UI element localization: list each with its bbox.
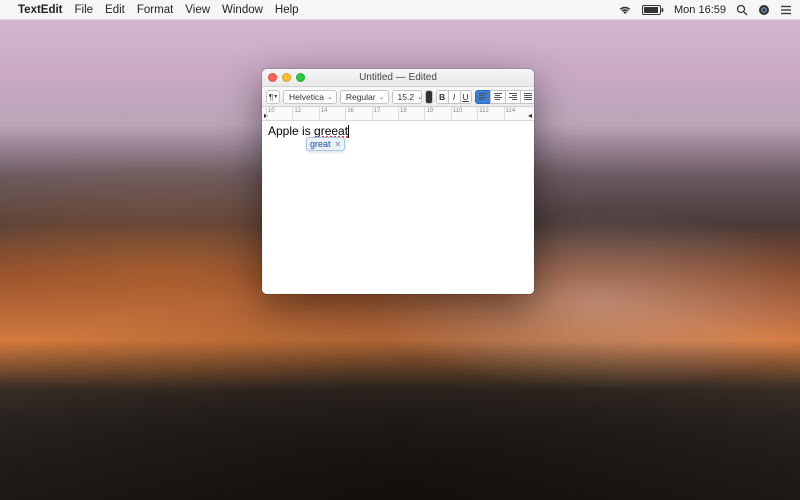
- notification-center-icon[interactable]: [780, 5, 792, 15]
- font-size-select[interactable]: 15.2 ⌄: [392, 90, 422, 104]
- document-area[interactable]: Apple is greeat great ✕: [262, 121, 534, 294]
- font-style-value: Regular: [346, 92, 376, 102]
- wifi-icon[interactable]: [618, 5, 632, 15]
- minimize-button[interactable]: [282, 73, 291, 82]
- text-caret: [348, 125, 349, 138]
- align-right-button[interactable]: [505, 90, 520, 104]
- menu-edit[interactable]: Edit: [105, 4, 125, 16]
- align-center-button[interactable]: [490, 90, 505, 104]
- menu-help[interactable]: Help: [275, 4, 299, 16]
- font-style-select[interactable]: Regular ⌄: [340, 90, 389, 104]
- menubar: TextEdit File Edit Format View Window He…: [0, 0, 800, 20]
- misspelled-word[interactable]: greeat: [314, 124, 348, 138]
- font-family-select[interactable]: Helvetica ⌄: [283, 90, 337, 104]
- autocorrect-bubble[interactable]: great ✕: [306, 137, 345, 151]
- battery-icon[interactable]: [642, 5, 664, 15]
- text-color-button[interactable]: [425, 90, 433, 104]
- font-size-value: 15.2: [398, 92, 415, 102]
- document-text: Apple is: [268, 124, 314, 138]
- align-left-button[interactable]: [475, 90, 490, 104]
- traffic-lights: [268, 73, 305, 82]
- italic-button[interactable]: I: [448, 90, 460, 104]
- chevron-down-icon: ⌄: [327, 93, 333, 101]
- app-menu[interactable]: TextEdit: [18, 4, 63, 16]
- chevron-down-icon: ⌄: [379, 93, 385, 101]
- autocorrect-suggestion[interactable]: great: [310, 139, 331, 149]
- textedit-window: Untitled — Edited ¶▾ Helvetica ⌄ Regular…: [262, 69, 534, 294]
- menu-view[interactable]: View: [185, 4, 210, 16]
- menu-format[interactable]: Format: [137, 4, 173, 16]
- spotlight-icon[interactable]: [736, 4, 748, 16]
- right-margin-marker[interactable]: ◂: [528, 111, 532, 120]
- underline-button[interactable]: U: [460, 90, 472, 104]
- align-justify-button[interactable]: [520, 90, 535, 104]
- autocorrect-dismiss-icon[interactable]: ✕: [335, 140, 342, 149]
- menu-window[interactable]: Window: [222, 4, 263, 16]
- paragraph-style-button[interactable]: ¶▾: [266, 90, 280, 104]
- close-button[interactable]: [268, 73, 277, 82]
- font-family-value: Helvetica: [289, 92, 324, 102]
- ruler[interactable]: ▸ 10 12 14 16 17 18 19 110 112 114 ◂: [262, 107, 534, 121]
- menubar-clock[interactable]: Mon 16:59: [674, 4, 726, 16]
- format-toolbar: ¶▾ Helvetica ⌄ Regular ⌄ 15.2 ⌄ B I U 1.…: [262, 87, 534, 107]
- siri-icon[interactable]: [758, 4, 770, 16]
- zoom-button[interactable]: [296, 73, 305, 82]
- window-titlebar[interactable]: Untitled — Edited: [262, 69, 534, 87]
- chevron-down-icon: ⌄: [417, 93, 423, 101]
- menu-file[interactable]: File: [75, 4, 94, 16]
- bold-button[interactable]: B: [436, 90, 448, 104]
